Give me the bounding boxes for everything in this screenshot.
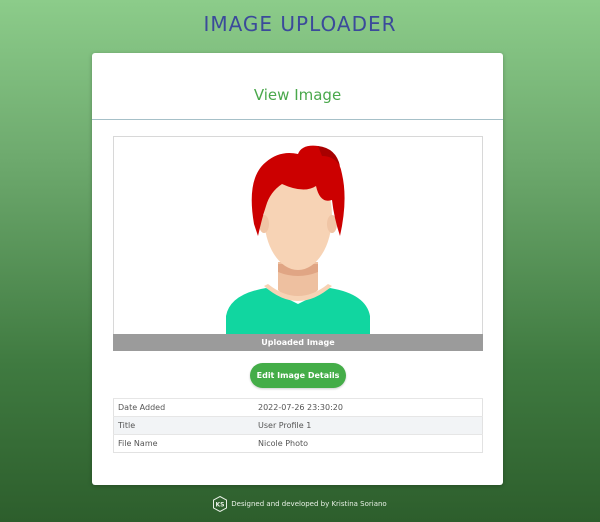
table-row: File Name Nicole Photo — [113, 434, 483, 453]
footer: KS Designed and developed by Kristina So… — [0, 496, 600, 512]
image-details-table: Date Added 2022-07-26 23:30:20 Title Use… — [113, 398, 483, 453]
card-title: View Image — [253, 85, 342, 104]
uploaded-image-frame — [113, 136, 483, 335]
card-header: View Image — [92, 53, 503, 120]
detail-value: Nicole Photo — [254, 434, 483, 453]
detail-key: Date Added — [113, 398, 254, 417]
view-image-card: View Image Uploaded Image Edit Image Det… — [92, 53, 503, 485]
detail-key: Title — [113, 416, 254, 435]
detail-value: 2022-07-26 23:30:20 — [254, 398, 483, 417]
ks-logo-icon: KS — [213, 496, 228, 512]
image-caption: Uploaded Image — [113, 334, 483, 351]
detail-key: File Name — [113, 434, 254, 453]
app-title: IMAGE UPLOADER — [203, 12, 397, 36]
table-row: Date Added 2022-07-26 23:30:20 — [113, 398, 483, 417]
table-row: Title User Profile 1 — [113, 416, 483, 435]
logo-text: KS — [216, 502, 225, 509]
edit-image-details-button[interactable]: Edit Image Details — [250, 363, 346, 388]
detail-value: User Profile 1 — [254, 416, 483, 435]
footer-credit: Designed and developed by Kristina Soria… — [231, 500, 387, 508]
avatar-image — [226, 145, 370, 334]
